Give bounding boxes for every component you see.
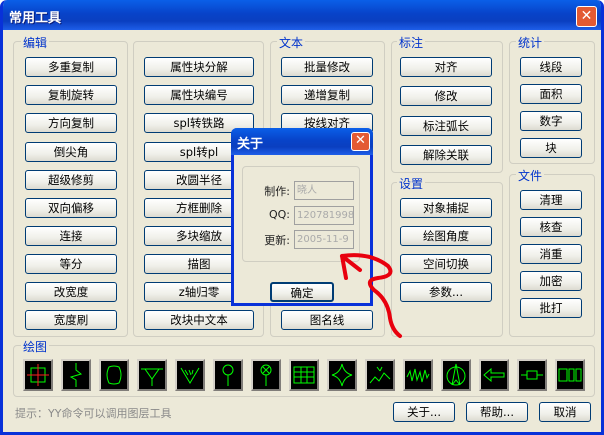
hint-text: 提示：YY命令可以调用图层工具	[15, 407, 172, 420]
window-title: 常用工具	[9, 11, 62, 26]
text-btn-1[interactable]: 递增复制	[281, 85, 373, 105]
edit-btn-4[interactable]: 超级修剪	[25, 170, 117, 190]
resistor-icon[interactable]	[517, 359, 547, 391]
edit2-btn-9[interactable]: 改块中文本	[144, 310, 254, 330]
triangle-hatch-icon[interactable]	[137, 359, 167, 391]
edit2-btn-0[interactable]: 属性块分解	[144, 57, 254, 77]
settings-btn-3[interactable]: 参数...	[400, 282, 492, 302]
text-btn-0[interactable]: 批量修改	[281, 57, 373, 77]
red-arrow-annotation	[340, 253, 402, 338]
edit-btn-8[interactable]: 改宽度	[25, 282, 117, 302]
file-group-label: 文件	[516, 167, 545, 184]
help-button[interactable]: 帮助...	[466, 402, 528, 422]
wave-line-icon[interactable]	[403, 359, 433, 391]
cancel-button[interactable]: 取消	[539, 402, 591, 422]
settings-group-label: 设置	[397, 175, 426, 192]
stats-btn-3[interactable]: 块	[520, 138, 582, 158]
ok-button[interactable]: 确定	[270, 282, 334, 302]
text-group-label: 文本	[277, 34, 306, 51]
left-arrow-icon[interactable]	[479, 359, 509, 391]
stats-btn-2[interactable]: 数字	[520, 111, 582, 131]
edit-btn-1[interactable]: 复制旋转	[25, 85, 117, 105]
edit-btn-6[interactable]: 连接	[25, 226, 117, 246]
about-close-button[interactable]: ✕	[351, 132, 370, 151]
updated-value: 2005-11-9	[294, 230, 354, 249]
annot-btn-3[interactable]: 解除关联	[400, 145, 492, 165]
edit-btn-0[interactable]: 多重复制	[25, 57, 117, 77]
chevron-hatch-icon[interactable]	[175, 359, 205, 391]
tilde-line-icon[interactable]	[365, 359, 395, 391]
edit2-btn-1[interactable]: 属性块编号	[144, 85, 254, 105]
edit-btn-7[interactable]: 等分	[25, 254, 117, 274]
crosshair-square-icon[interactable]	[23, 359, 53, 391]
circle-x-pin-icon[interactable]	[251, 359, 281, 391]
annot-btn-0[interactable]: 对齐	[400, 57, 492, 77]
about-title-bar[interactable]: 关于 ✕	[231, 128, 373, 155]
north-arrow-icon[interactable]	[441, 359, 471, 391]
rounded-shape-icon[interactable]	[99, 359, 129, 391]
annot-btn-2[interactable]: 标注弧长	[400, 116, 492, 136]
edit-btn-5[interactable]: 双向偏移	[25, 198, 117, 218]
file-btn-3[interactable]: 加密	[520, 271, 582, 291]
file-btn-4[interactable]: 批打	[520, 298, 582, 318]
edit-group-label: 编辑	[21, 34, 50, 51]
edit-btn-3[interactable]: 倒尖角	[25, 142, 117, 162]
qq-label: QQ:	[268, 208, 290, 221]
edit-btn-2[interactable]: 方向复制	[25, 113, 117, 133]
annot-btn-1[interactable]: 修改	[400, 86, 492, 106]
circle-pin-icon[interactable]	[213, 359, 243, 391]
qq-value: 120781998	[294, 206, 354, 225]
stats-group-label: 统计	[516, 34, 545, 51]
title-bar[interactable]: 常用工具 ✕	[3, 0, 601, 30]
settings-btn-2[interactable]: 空间切换	[400, 254, 492, 274]
zigzag-line-icon[interactable]	[61, 359, 91, 391]
author-label: 制作:	[264, 185, 290, 198]
stats-btn-1[interactable]: 面积	[520, 84, 582, 104]
about-title: 关于	[237, 137, 264, 152]
star-shape-icon[interactable]	[327, 359, 357, 391]
segment-display-icon[interactable]	[555, 359, 585, 391]
grid-table-icon[interactable]	[289, 359, 319, 391]
about-button[interactable]: 关于...	[393, 402, 455, 422]
file-btn-1[interactable]: 核查	[520, 217, 582, 237]
annot-group-label: 标注	[397, 34, 426, 51]
file-btn-0[interactable]: 清理	[520, 190, 582, 210]
stats-btn-0[interactable]: 线段	[520, 57, 582, 77]
settings-btn-1[interactable]: 绘图角度	[400, 226, 492, 246]
file-btn-2[interactable]: 消重	[520, 244, 582, 264]
settings-btn-0[interactable]: 对象捕捉	[400, 198, 492, 218]
updated-label: 更新:	[264, 234, 290, 247]
edit-btn-9[interactable]: 宽度刷	[25, 310, 117, 330]
draw-group-label: 绘图	[21, 338, 50, 355]
close-button[interactable]: ✕	[576, 6, 597, 27]
author-value: 晓人	[294, 181, 354, 200]
